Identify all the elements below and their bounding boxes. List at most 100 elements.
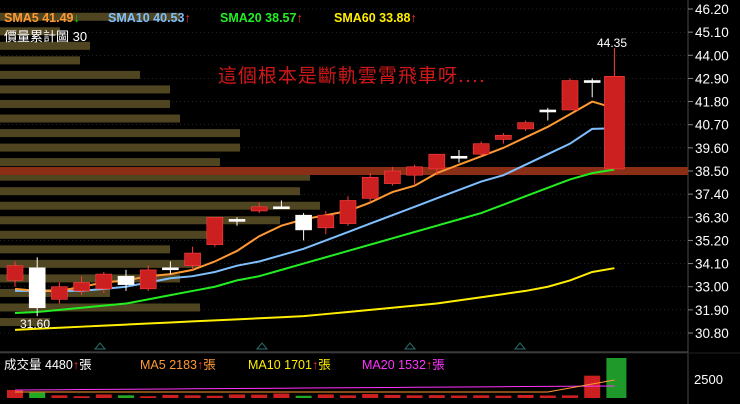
- sma20-legend: SMA20 38.57: [220, 11, 297, 25]
- volume-ma5-line: [15, 379, 615, 393]
- bottom-markers: [93, 342, 527, 350]
- candle-body: [561, 80, 579, 111]
- sma5-legend: SMA5 41.49: [4, 11, 74, 25]
- volume-profile-bar: [0, 85, 170, 94]
- volume-bar: [206, 395, 223, 398]
- volume-bar: [539, 395, 556, 398]
- volume-profile-bar: [0, 230, 220, 239]
- volume-bar: [7, 389, 23, 398]
- candle-body: [339, 200, 357, 224]
- candle-body: [273, 206, 290, 210]
- candle-body: [428, 153, 446, 170]
- volume-bar: [317, 394, 334, 398]
- candle-body: [384, 170, 401, 184]
- volume-bar: [340, 395, 356, 398]
- volume-bar: [229, 394, 245, 398]
- volume-bar: [495, 395, 512, 398]
- volume-profile-label: 價量累計圖 30: [4, 29, 87, 44]
- volume-bar: [406, 395, 423, 398]
- price-tick-label: 30.80: [695, 326, 729, 341]
- volume-profile-bar: [0, 201, 320, 210]
- volume-profile-bar: [0, 56, 80, 65]
- candle-body: [604, 76, 625, 170]
- volume-bar: [473, 395, 490, 398]
- price-tick-label: 35.20: [695, 233, 729, 248]
- sma60-arrow-icon: ↑: [410, 11, 416, 25]
- volume-bar: [29, 392, 46, 398]
- price-tick-label: 34.10: [695, 257, 729, 272]
- volume-bar: [517, 394, 534, 398]
- price-tick-label: 33.00: [695, 280, 729, 295]
- volume-legend: 成交量 4480↑張 MA5 2183↑張 MA10 1701↑張 MA20 1…: [4, 357, 445, 372]
- price-tick-label: 37.40: [695, 187, 729, 202]
- volume-bar: [162, 394, 179, 398]
- candle-body: [317, 214, 335, 229]
- candle-body: [162, 267, 179, 271]
- volume-bar: [184, 395, 201, 398]
- candle-body: [51, 286, 68, 300]
- sma-legend: SMA5 41.49↓ SMA10 40.53↑ SMA20 38.57↑ SM…: [4, 11, 417, 25]
- candle-body: [73, 282, 90, 292]
- candle-body: [517, 122, 534, 130]
- marker-triangle-icon: [513, 342, 527, 350]
- volume-bar: [451, 395, 467, 398]
- volume-profile-bar: [0, 143, 240, 152]
- candle-body: [583, 80, 601, 83]
- volume-bar: [584, 375, 601, 398]
- volume-profile-bar: [0, 245, 170, 254]
- volume-ma20-line: [14, 385, 615, 391]
- volume-bar: [51, 395, 68, 398]
- candle-body: [28, 267, 46, 309]
- price-tick-label: 39.60: [695, 141, 729, 156]
- sma60-legend: SMA60 33.88: [334, 11, 411, 25]
- volume-bar: [73, 396, 90, 398]
- price-tick-label: 45.10: [695, 25, 729, 40]
- candle-body: [184, 252, 201, 266]
- candle-body: [139, 269, 157, 290]
- volume-bar: [95, 394, 112, 398]
- candle-body: [6, 265, 24, 281]
- candle-body: [95, 273, 113, 290]
- volume-bar: [606, 358, 627, 398]
- marker-triangle-icon: [255, 342, 269, 350]
- candlestick-chart[interactable]: 46.20 45.10 44.00 42.90 41.80 40.70 39.60 38.50…: [0, 0, 740, 404]
- price-tick-label: 41.80: [695, 95, 729, 110]
- volume-profile-bar: [0, 129, 240, 138]
- volume-bar: [428, 395, 445, 398]
- marker-triangle-icon: [403, 342, 417, 350]
- ma20-volume-legend: MA20 1532: [362, 358, 426, 372]
- price-axis: 46.20 45.10 44.00 42.90 41.80 40.70 39.60 38.50…: [688, 2, 729, 341]
- volume-legend-value: 成交量 4480: [4, 357, 73, 372]
- candle-body: [117, 275, 135, 285]
- candle-body: [539, 109, 557, 113]
- sma5-arrow-icon: ↓: [74, 11, 80, 25]
- price-tick-label: 42.90: [695, 71, 729, 86]
- volume-bar: [362, 393, 379, 398]
- volume-bar: [251, 394, 268, 398]
- sma10-arrow-icon: ↑: [184, 11, 190, 25]
- candle-body: [206, 216, 224, 245]
- annotation-text: 這個根本是斷軌雲霄飛車呀....: [218, 65, 486, 87]
- volume-bar: [118, 395, 134, 398]
- candle-body: [495, 134, 512, 140]
- volume-axis-tick: 2500: [694, 372, 723, 387]
- volume-profile-bar: [0, 158, 220, 167]
- price-tick-label: 36.30: [695, 210, 729, 225]
- ma10-volume-legend: MA10 1701: [248, 358, 312, 372]
- price-tick-label: 40.70: [695, 118, 729, 133]
- high-price-label: 44.35: [597, 36, 627, 50]
- sma10-legend: SMA10 40.53: [108, 11, 185, 25]
- volume-bar: [384, 394, 401, 398]
- volume-profile-bar: [0, 114, 180, 123]
- volume-bar: [562, 395, 578, 398]
- candle-body: [228, 219, 246, 222]
- ma5-volume-legend: MA5 2183: [140, 358, 197, 372]
- price-tick-label: 46.20: [695, 2, 729, 17]
- volume-profile-highlight: [0, 167, 688, 175]
- volume-bar: [140, 396, 157, 398]
- volume-profile-bar: [0, 70, 140, 79]
- marker-triangle-icon: [93, 342, 107, 350]
- volume-bar: [295, 395, 312, 398]
- price-tick-label: 44.00: [695, 48, 729, 63]
- candle-body: [250, 206, 268, 212]
